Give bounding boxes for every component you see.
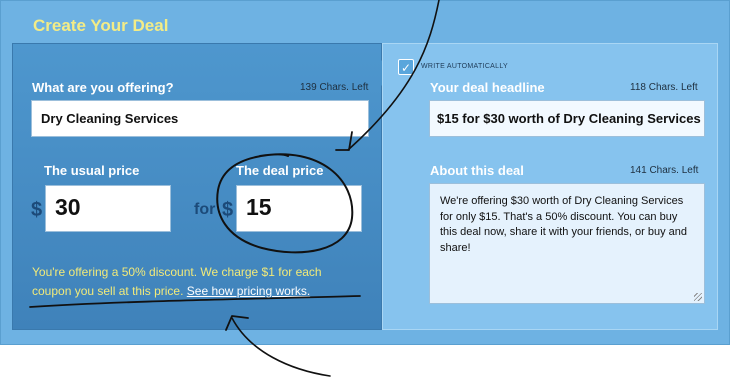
checkmark-icon: ✓: [400, 61, 412, 75]
resize-grip-icon[interactable]: [694, 293, 702, 301]
headline-label: Your deal headline: [430, 80, 545, 95]
usual-price-input[interactable]: 30: [45, 185, 171, 232]
deal-price-currency: $: [222, 199, 234, 221]
pricing-notice: You're offering a 50% discount. We charg…: [32, 263, 362, 301]
offering-chars-left: 139 Chars. Left: [300, 82, 369, 93]
card-title: Create Your Deal: [33, 16, 169, 35]
about-label: About this deal: [430, 163, 524, 178]
pricing-link[interactable]: See how pricing works.: [187, 284, 310, 298]
about-chars-left: 141 Chars. Left: [630, 165, 699, 176]
write-automatically-checkbox[interactable]: ✓: [398, 59, 414, 75]
for-connector: for: [194, 201, 216, 218]
usual-price-label: The usual price: [44, 163, 140, 178]
usual-price-currency: $: [31, 199, 43, 221]
about-textarea[interactable]: We're offering $30 worth of Dry Cleaning…: [429, 183, 705, 304]
deal-price-input[interactable]: 15: [236, 185, 362, 232]
headline-input[interactable]: $15 for $30 worth of Dry Cleaning Servic…: [429, 100, 705, 137]
offering-input[interactable]: Dry Cleaning Services: [31, 100, 369, 137]
about-text: We're offering $30 worth of Dry Cleaning…: [440, 195, 688, 254]
deal-price-label: The deal price: [236, 163, 324, 178]
offering-label: What are you offering?: [32, 80, 174, 95]
write-automatically-label: WRITE AUTOMATICALLY: [421, 63, 508, 70]
headline-chars-left: 118 Chars. Left: [630, 82, 698, 93]
